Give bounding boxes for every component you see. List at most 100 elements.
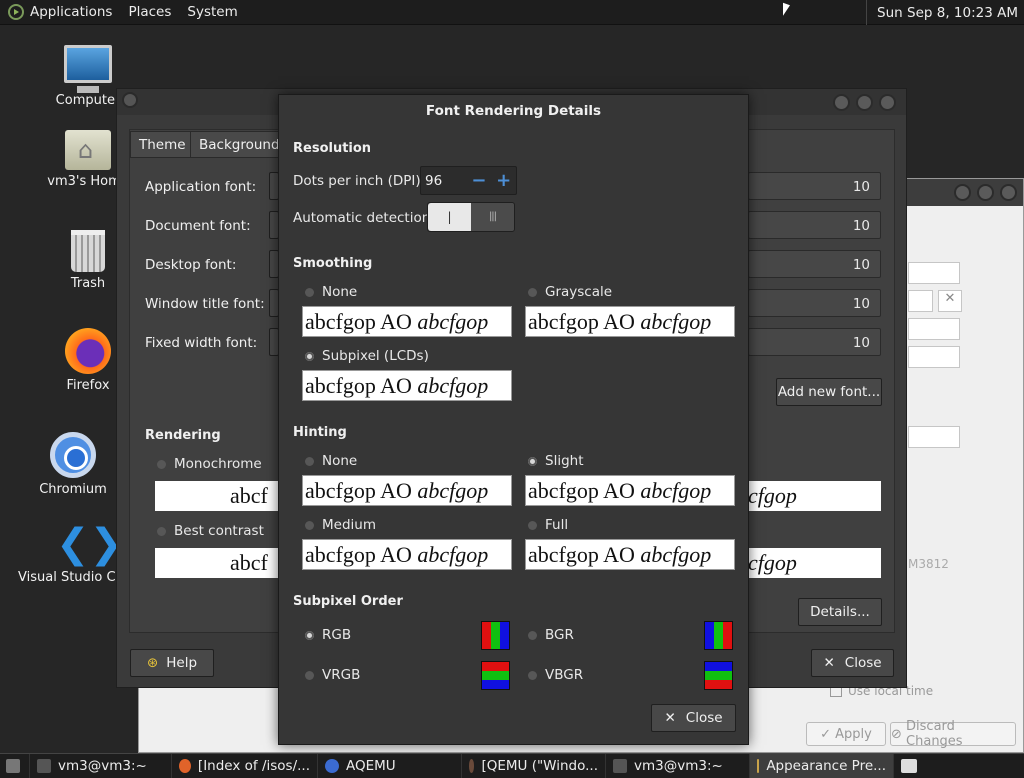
- background-combo[interactable]: [908, 290, 933, 312]
- dpi-spinner[interactable]: 96 − +: [420, 166, 517, 195]
- qemu-icon: [469, 759, 475, 773]
- workspace-icon: [901, 759, 917, 773]
- apply-button[interactable]: ✓ Apply: [806, 722, 886, 746]
- window-title-font-button[interactable]: 10: [748, 289, 881, 317]
- desktop-icon-chromium[interactable]: Chromium: [18, 432, 128, 497]
- best-contrast-radio[interactable]: Best contrast: [157, 523, 264, 539]
- mouse-pointer-icon: [783, 2, 790, 19]
- radio-icon: [528, 670, 537, 680]
- order-vrgb-radio[interactable]: VRGB: [305, 667, 360, 683]
- terminal-icon: [613, 759, 627, 773]
- monochrome-radio[interactable]: Monochrome: [157, 456, 262, 472]
- automatic-detection-label: Automatic detection:: [293, 210, 435, 226]
- appearance-close-button[interactable]: ✕ Close: [811, 649, 894, 677]
- radio-selected-icon: [305, 351, 314, 361]
- discard-icon: ⊘: [891, 726, 907, 742]
- details-button[interactable]: Details...: [798, 598, 882, 626]
- order-vbgr-radio[interactable]: VBGR: [528, 667, 583, 683]
- trash-icon: [71, 230, 105, 272]
- application-font-label: Application font:: [145, 179, 257, 195]
- aqemu-icon: [325, 759, 339, 773]
- clock[interactable]: Sun Sep 8, 10:23 AM: [866, 0, 1018, 25]
- background-combo-4[interactable]: [908, 426, 960, 448]
- hinting-none-radio[interactable]: None: [305, 453, 357, 469]
- distro-logo-icon: [8, 4, 24, 20]
- document-font-button[interactable]: 10: [748, 211, 881, 239]
- dialog-close-button[interactable]: ✕ Close: [651, 704, 736, 732]
- smoothing-subpixel-sample: abcfgop AO abcfgop: [302, 370, 512, 401]
- maximize-icon[interactable]: [856, 93, 873, 111]
- best-contrast-sample: abcf: [155, 548, 279, 578]
- help-button[interactable]: ⊛ Help: [130, 649, 214, 677]
- maximize-icon[interactable]: [977, 184, 994, 201]
- hinting-heading: Hinting: [293, 425, 347, 440]
- resolution-heading: Resolution: [293, 141, 372, 156]
- close-icon[interactable]: [1000, 184, 1017, 201]
- add-new-font-button[interactable]: Add new font...: [776, 378, 882, 406]
- discard-changes-button[interactable]: ⊘ Discard Changes: [890, 719, 1016, 749]
- task-qemu[interactable]: [QEMU ("Windo...: [462, 753, 606, 778]
- vbgr-swatch-icon: [704, 661, 733, 690]
- top-panel: Applications Places System Sun Sep 8, 10…: [0, 0, 1024, 25]
- radio-icon: [528, 287, 537, 297]
- clear-icon[interactable]: ✕: [938, 290, 962, 312]
- smoothing-grayscale-sample: abcfgop AO abcfgop: [525, 306, 735, 337]
- appearance-icon: [757, 759, 760, 773]
- increase-icon[interactable]: +: [491, 170, 516, 191]
- task-appearance-preferences[interactable]: Appearance Pre...: [750, 753, 894, 778]
- system-menu[interactable]: System: [179, 0, 245, 25]
- show-desktop-button[interactable]: [0, 753, 30, 778]
- places-menu[interactable]: Places: [120, 0, 179, 25]
- radio-icon: [528, 630, 537, 640]
- vrgb-swatch-icon: [481, 661, 510, 690]
- radio-icon: [157, 526, 166, 536]
- home-folder-icon: [65, 130, 111, 170]
- smoothing-subpixel-radio[interactable]: Subpixel (LCDs): [305, 348, 429, 364]
- hinting-medium-radio[interactable]: Medium: [305, 517, 376, 533]
- background-watermark: M3812: [908, 557, 949, 571]
- smoothing-heading: Smoothing: [293, 256, 373, 271]
- radio-icon: [305, 520, 314, 530]
- close-icon[interactable]: [879, 93, 896, 111]
- smoothing-grayscale-radio[interactable]: Grayscale: [528, 284, 612, 300]
- tab-theme[interactable]: Theme: [130, 131, 195, 158]
- subpixel-order-heading: Subpixel Order: [293, 594, 403, 609]
- fixed-width-font-label: Fixed width font:: [145, 335, 258, 351]
- hinting-full-radio[interactable]: Full: [528, 517, 568, 533]
- application-font-button[interactable]: 10: [748, 172, 881, 200]
- radio-selected-icon: [528, 456, 537, 466]
- switch-off-icon: |||: [488, 211, 497, 222]
- task-terminal-2[interactable]: vm3@vm3:~: [606, 753, 750, 778]
- best-contrast-sample-right: cfgop: [748, 548, 881, 578]
- window-menu-icon[interactable]: [122, 92, 138, 108]
- workspace-switcher[interactable]: [894, 754, 924, 778]
- minimize-icon[interactable]: [833, 93, 850, 111]
- task-terminal-1[interactable]: vm3@vm3:~: [30, 753, 172, 778]
- radio-icon: [305, 287, 314, 297]
- dialog-title: Font Rendering Details: [425, 103, 602, 119]
- decrease-icon[interactable]: −: [467, 170, 492, 191]
- background-combo-2[interactable]: [908, 318, 960, 340]
- bgr-swatch-icon: [704, 621, 733, 650]
- task-aqemu[interactable]: AQEMU: [318, 753, 462, 778]
- minimize-icon[interactable]: [954, 184, 971, 201]
- background-field[interactable]: [908, 262, 960, 284]
- hinting-slight-sample: abcfgop AO abcfgop: [525, 475, 735, 506]
- order-bgr-radio[interactable]: BGR: [528, 627, 574, 643]
- monochrome-sample-right: cfgop: [748, 481, 881, 511]
- show-desktop-icon: [6, 759, 20, 773]
- order-rgb-radio[interactable]: RGB: [305, 627, 351, 643]
- task-firefox[interactable]: [Index of /isos/...: [172, 753, 318, 778]
- desktop-font-button[interactable]: 10: [748, 250, 881, 278]
- smoothing-none-radio[interactable]: None: [305, 284, 357, 300]
- dpi-value[interactable]: 96: [421, 173, 467, 189]
- applications-menu[interactable]: Applications: [0, 0, 120, 25]
- background-combo-3[interactable]: [908, 346, 960, 368]
- hinting-slight-radio[interactable]: Slight: [528, 453, 584, 469]
- rgb-swatch-icon: [481, 621, 510, 650]
- taskbar: vm3@vm3:~ [Index of /isos/... AQEMU [QEM…: [0, 753, 1024, 778]
- document-font-label: Document font:: [145, 218, 251, 234]
- tab-background[interactable]: Background: [190, 131, 289, 158]
- fixed-width-font-button[interactable]: 10: [748, 328, 881, 356]
- automatic-detection-switch[interactable]: | |||: [427, 202, 515, 232]
